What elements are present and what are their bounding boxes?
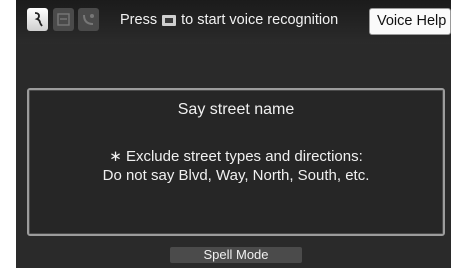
voice-command-icon[interactable]	[27, 8, 48, 31]
voice-phone-glyph	[83, 14, 94, 25]
header-bar: Press to start voice recognition Voice H…	[16, 0, 451, 44]
navigation-screen: Press to start voice recognition Voice H…	[16, 0, 451, 268]
voice-prompt: Press to start voice recognition	[120, 12, 338, 28]
spell-mode-button[interactable]: Spell Mode	[170, 247, 302, 263]
note-line-1: ∗ Exclude street types and directions:	[109, 148, 363, 165]
message-panel: Say street name ∗ Exclude street types a…	[27, 88, 445, 236]
note-line-2: Do not say Blvd, Way, North, South, etc.	[102, 167, 370, 184]
voice-command-glyph	[34, 12, 43, 27]
panel-note: ∗ Exclude street types and directions: D…	[29, 147, 443, 185]
talk-button-icon	[162, 14, 177, 26]
voice-portal-icon[interactable]	[53, 8, 74, 31]
prompt-text-after: to start voice recognition	[181, 12, 339, 28]
voice-portal-glyph	[57, 13, 70, 26]
panel-title: Say street name	[177, 101, 295, 118]
voice-help-button[interactable]: Voice Help	[369, 8, 451, 35]
voice-phone-icon[interactable]	[78, 8, 99, 31]
spacer-band	[16, 44, 451, 88]
prompt-text-before: Press	[120, 12, 158, 28]
